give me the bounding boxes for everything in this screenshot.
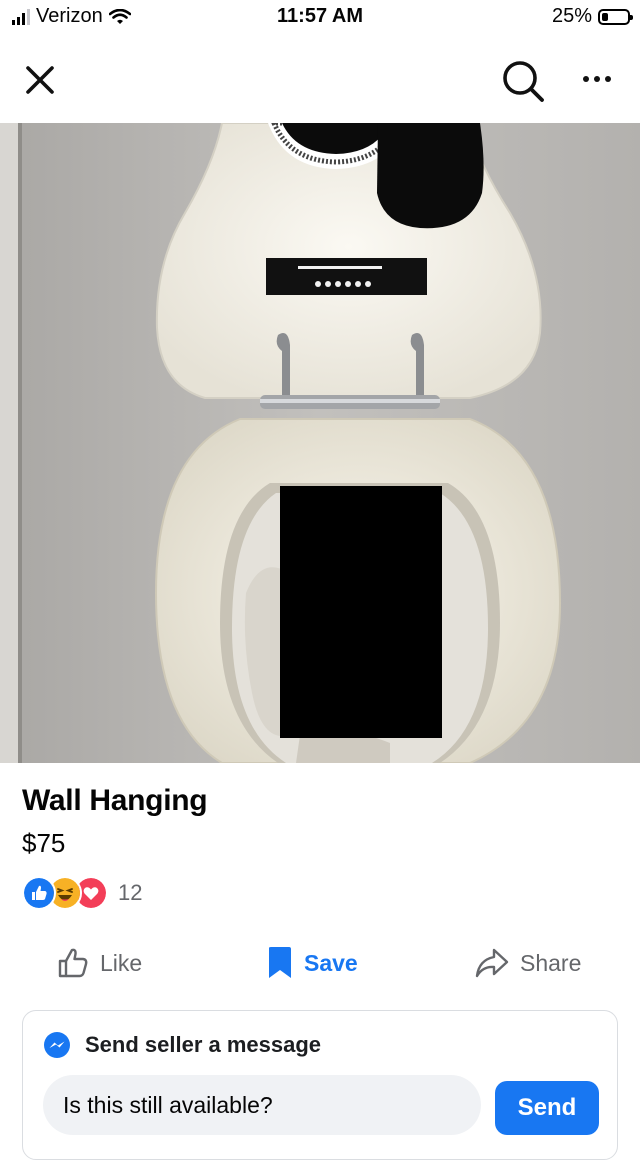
close-button[interactable] [20,60,60,100]
search-button[interactable] [498,56,548,106]
save-button[interactable]: Save [266,940,358,986]
search-icon [503,61,544,102]
reaction-count: 12 [118,880,143,905]
clock: 11:57 AM [277,5,363,27]
listing-price: $75 [22,828,66,858]
share-button[interactable]: Share [474,940,581,986]
like-reaction-icon [22,876,56,910]
message-input[interactable] [43,1075,481,1135]
message-header: Send seller a message [43,1031,321,1059]
reactions-summary[interactable]: 12 [22,876,142,910]
message-header-label: Send seller a message [85,1032,322,1057]
share-label: Share [520,949,582,976]
status-bar: Verizon 11:57 AM 25% [0,0,640,36]
send-button[interactable]: Send [495,1081,599,1135]
save-label: Save [304,949,358,976]
more-options-button[interactable] [574,62,620,96]
thumbs-up-icon [58,948,88,978]
close-icon [26,66,54,94]
action-bar: Like Save Share [0,940,640,986]
like-button[interactable]: Like [56,940,142,986]
listing-image [0,123,640,763]
top-nav [0,44,640,120]
more-icon [583,76,589,82]
battery-icon [598,8,633,25]
bookmark-icon [269,947,291,978]
battery-indicator: 25% [551,5,633,28]
listing-photo[interactable] [0,123,640,763]
share-arrow-icon [475,948,509,978]
like-label: Like [100,949,143,976]
listing-title: Wall Hanging [22,784,208,817]
battery-level [602,12,608,21]
battery-percent: 25% [551,5,592,27]
messenger-icon [44,1032,70,1058]
